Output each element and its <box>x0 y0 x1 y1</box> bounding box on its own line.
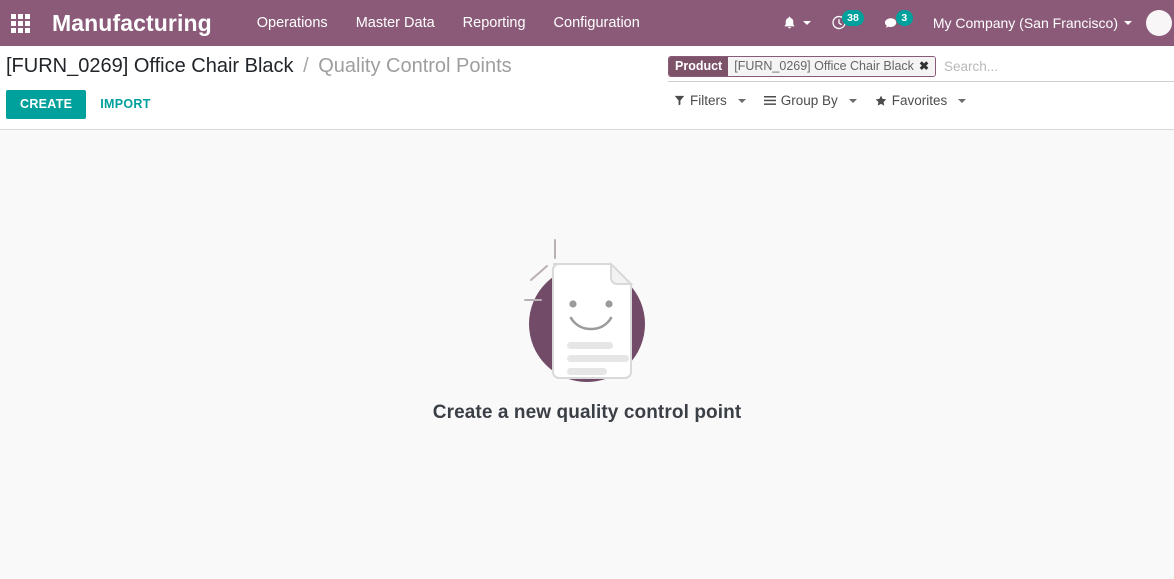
chevron-down-icon <box>1124 21 1132 25</box>
breadcrumb: [FURN_0269] Office Chair Black / Quality… <box>6 52 512 80</box>
company-name-label: My Company (San Francisco) <box>932 15 1118 31</box>
breadcrumb-current: Quality Control Points <box>318 55 512 77</box>
chevron-down-icon <box>737 98 746 103</box>
main-menu: Operations Master Data Reporting Configu… <box>256 11 641 35</box>
search-options-bar: Filters Group By Favorites <box>668 93 1174 108</box>
bell-icon <box>784 16 795 29</box>
content-area: Create a new quality control point <box>0 130 1174 579</box>
top-navbar: Manufacturing Operations Master Data Rep… <box>0 0 1174 46</box>
search-facet-value: [FURN_0269] Office Chair Black <box>734 58 914 73</box>
menu-item-master-data[interactable]: Master Data <box>355 11 436 35</box>
search-facet-product[interactable]: Product [FURN_0269] Office Chair Black ✖ <box>668 55 936 77</box>
groupby-label: Group By <box>780 93 838 108</box>
menu-item-operations[interactable]: Operations <box>256 11 329 35</box>
import-button[interactable]: IMPORT <box>90 91 160 118</box>
funnel-icon <box>674 95 685 106</box>
breadcrumb-separator: / <box>303 55 309 77</box>
menu-item-configuration[interactable]: Configuration <box>553 11 641 35</box>
control-panel-buttons: CREATE IMPORT <box>6 90 512 119</box>
activity-count-badge: 38 <box>842 9 864 27</box>
messaging-menu[interactable]: 3 <box>874 0 923 46</box>
app-brand-title[interactable]: Manufacturing <box>52 10 212 37</box>
activity-menu[interactable]: 38 <box>821 0 874 46</box>
company-switcher[interactable]: My Company (San Francisco) <box>923 0 1142 46</box>
search-facet-label: Product <box>669 56 729 76</box>
list-icon <box>763 95 776 106</box>
chevron-down-icon <box>848 98 857 103</box>
control-panel-right: Product [FURN_0269] Office Chair Black ✖… <box>668 54 1174 108</box>
menu-item-reporting[interactable]: Reporting <box>462 11 527 35</box>
apps-grid-icon <box>10 13 30 33</box>
smiling-document-icon <box>524 239 645 382</box>
control-panel-left: [FURN_0269] Office Chair Black / Quality… <box>6 52 512 119</box>
user-menu[interactable] <box>1142 0 1174 46</box>
groupby-dropdown[interactable]: Group By <box>763 93 857 108</box>
filters-dropdown[interactable]: Filters <box>674 93 746 108</box>
control-panel: [FURN_0269] Office Chair Black / Quality… <box>0 46 1174 130</box>
create-button[interactable]: CREATE <box>6 90 87 119</box>
breadcrumb-parent[interactable]: [FURN_0269] Office Chair Black <box>6 55 294 77</box>
search-input[interactable] <box>942 56 1174 76</box>
star-icon <box>875 95 887 107</box>
empty-state-message: Create a new quality control point <box>432 402 742 423</box>
filters-label: Filters <box>690 93 727 108</box>
close-icon[interactable]: ✖ <box>919 60 931 72</box>
chevron-down-icon <box>958 98 967 103</box>
favorites-label: Favorites <box>891 93 948 108</box>
chevron-down-icon <box>803 21 812 25</box>
apps-menu-toggle[interactable] <box>0 0 34 46</box>
favorites-dropdown[interactable]: Favorites <box>875 93 967 108</box>
notification-menu[interactable] <box>772 0 821 46</box>
empty-state: Create a new quality control point <box>0 238 1174 424</box>
avatar <box>1146 10 1172 36</box>
systray: 38 3 My Company (San Francisco) <box>772 0 1174 46</box>
search-view: Product [FURN_0269] Office Chair Black ✖ <box>668 54 1174 82</box>
search-facet-value-wrap: [FURN_0269] Office Chair Black ✖ <box>728 56 935 76</box>
messaging-count-badge: 3 <box>895 9 913 27</box>
